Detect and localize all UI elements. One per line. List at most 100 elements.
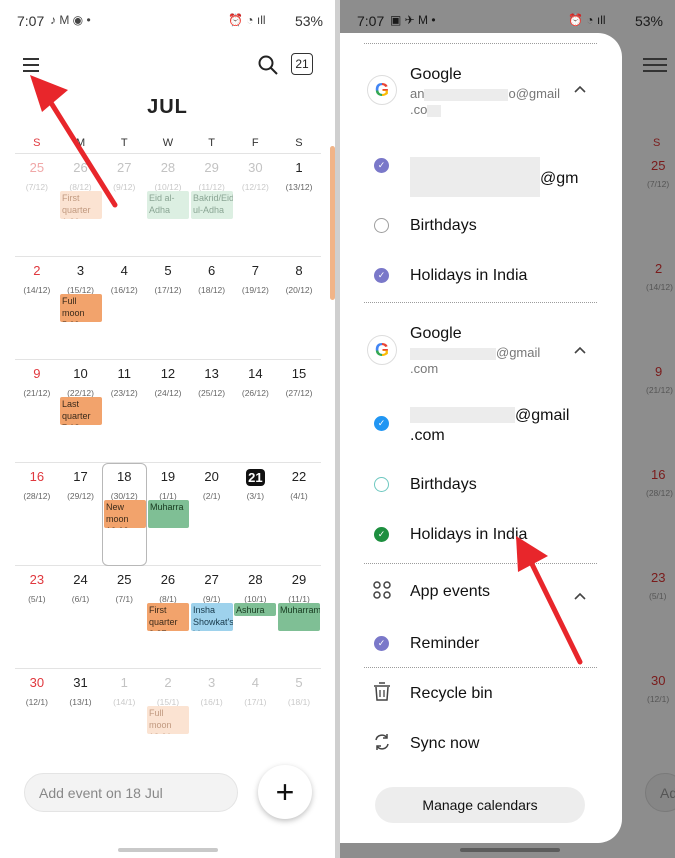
- calendar-item-birthdays[interactable]: Birthdays: [370, 469, 590, 499]
- app-events-header[interactable]: App events: [370, 577, 590, 607]
- calendar-item-holidays[interactable]: ✓ Holidays in India: [370, 260, 590, 290]
- day-cell[interactable]: 30 (12/12): [234, 154, 278, 257]
- lunar-date: (26/12): [241, 388, 269, 398]
- menu-icon[interactable]: [20, 54, 44, 76]
- calendar-item-birthdays[interactable]: Birthdays: [370, 210, 590, 240]
- day-cell[interactable]: 20 (2/1): [190, 463, 234, 566]
- calendar-item-account[interactable]: ✓ @gmail .com: [370, 406, 590, 450]
- event-full-moon[interactable]: Full moon 5:09pm: [60, 294, 102, 322]
- day-cell[interactable]: 4 (17/1): [234, 669, 278, 772]
- day-cell[interactable]: 5 (17/12): [146, 257, 190, 360]
- event-muharram-ashura[interactable]: Muharram/Ashura: [278, 603, 320, 631]
- checkbox-unchecked-icon[interactable]: [374, 477, 389, 492]
- lunar-date: (4/1): [290, 491, 308, 501]
- day-cell[interactable]: 6 (18/12): [190, 257, 234, 360]
- collapse-chevron-icon[interactable]: [574, 342, 586, 354]
- day-cell[interactable]: 9 (21/12): [15, 360, 59, 463]
- day-number: 31: [73, 675, 88, 690]
- day-number: 23: [29, 572, 45, 587]
- add-event-input[interactable]: Add event on 18 Jul: [24, 773, 238, 812]
- day-cell[interactable]: 30 (12/1): [15, 669, 59, 772]
- checkbox-checked-icon[interactable]: ✓: [374, 527, 389, 542]
- day-cell[interactable]: 17 (29/12): [59, 463, 103, 566]
- lunar-date: (19/12): [241, 285, 269, 295]
- dim-day: 9: [655, 364, 663, 379]
- event-first-quarter-26[interactable]: First quarter 3:37am: [147, 603, 189, 631]
- day-cell[interactable]: 7 (19/12): [234, 257, 278, 360]
- account-title: Google: [410, 325, 462, 342]
- calendar-item-holidays[interactable]: ✓ Holidays in India: [370, 519, 590, 549]
- day-cell[interactable]: 28 (10/1): [234, 566, 278, 669]
- sync-now-item[interactable]: Sync now: [370, 729, 590, 759]
- collapse-chevron-icon[interactable]: [574, 81, 586, 93]
- day-number: 15: [291, 366, 307, 381]
- calendar-label: Birthdays: [410, 476, 477, 493]
- day-cell[interactable]: 15 (27/12): [277, 360, 321, 463]
- event-muharram[interactable]: Muharra: [148, 500, 189, 528]
- day-number: 4: [251, 675, 259, 690]
- manage-calendars-button[interactable]: Manage calendars: [375, 787, 585, 823]
- status-bar: 7:07 ♪ M ◉ • ⏰ ◔ ıll 53%: [0, 0, 335, 40]
- lunar-date: (17/1): [244, 697, 267, 707]
- day-cell[interactable]: 1 (13/12): [277, 154, 321, 257]
- notification-icons: ▣ ✈ M •: [390, 13, 436, 27]
- checkbox-unchecked-icon[interactable]: [374, 218, 389, 233]
- day-cell[interactable]: 3 (16/1): [190, 669, 234, 772]
- event-new-moon[interactable]: New moon 12:02am: [104, 500, 146, 528]
- lunar-date: (12/12): [241, 182, 269, 192]
- day-number: 17: [73, 469, 88, 484]
- day-cell[interactable]: 23 (5/1): [15, 566, 59, 669]
- event-birthday[interactable]: Insha Showkat's birt: [191, 603, 233, 631]
- day-cell[interactable]: 16 (28/12): [15, 463, 59, 566]
- day-cell[interactable]: 12 (24/12): [146, 360, 190, 463]
- weekday-label: M: [75, 137, 86, 149]
- lunar-date: (16/12): [110, 285, 138, 295]
- day-cell[interactable]: 14 (26/12): [234, 360, 278, 463]
- event-eid-al-adha[interactable]: Eid al-Adha: [147, 191, 189, 219]
- day-cell[interactable]: 11 (23/12): [102, 360, 146, 463]
- checkbox-checked-icon[interactable]: ✓: [374, 268, 389, 283]
- day-cell[interactable]: 27 (9/12): [102, 154, 146, 257]
- day-cell[interactable]: 31 (13/1): [59, 669, 103, 772]
- day-cell[interactable]: 4 (16/12): [102, 257, 146, 360]
- collapse-chevron-icon[interactable]: [574, 588, 586, 600]
- lunar-date: (18/1): [287, 697, 311, 707]
- event-last-quarter[interactable]: Last quarter 7:18am: [60, 397, 102, 425]
- checkbox-checked-icon[interactable]: ✓: [374, 636, 389, 651]
- recycle-bin-label: Recycle bin: [410, 685, 493, 702]
- day-cell[interactable]: 21 (3/1): [234, 463, 278, 566]
- event-bakrid[interactable]: Bakrid/Eid ul-Adha: [191, 191, 233, 219]
- weekday-header: SMTWTFS: [15, 137, 321, 149]
- day-cell[interactable]: 1 (14/1): [102, 669, 146, 772]
- dim-lunar: (12/1): [647, 694, 670, 704]
- dim-day: 23: [651, 570, 666, 585]
- day-cell[interactable]: 13 (25/12): [190, 360, 234, 463]
- divider: [364, 302, 597, 303]
- lunar-date: (20/12): [285, 285, 313, 295]
- calendar-item-account[interactable]: ✓ @gm: [370, 150, 590, 197]
- event-first-quarter[interactable]: First quarter 1:20pm: [60, 191, 102, 219]
- today-button[interactable]: 21: [291, 53, 313, 75]
- day-cell[interactable]: 5 (18/1): [277, 669, 321, 772]
- calendar-label: Holidays in India: [410, 267, 528, 284]
- day-cell[interactable]: 8 (20/12): [277, 257, 321, 360]
- calendar-item-reminder[interactable]: ✓ Reminder: [370, 628, 590, 658]
- lunar-date: (9/12): [113, 182, 136, 192]
- search-icon[interactable]: [255, 54, 281, 76]
- day-cell[interactable]: 25 (7/12): [15, 154, 59, 257]
- checkbox-checked-icon[interactable]: ✓: [374, 416, 389, 431]
- add-event-button[interactable]: +: [258, 765, 312, 819]
- day-cell[interactable]: 2 (14/12): [15, 257, 59, 360]
- lunar-date: (6/1): [71, 594, 90, 604]
- day-number: 12: [160, 366, 176, 381]
- day-cell[interactable]: 25 (7/1): [102, 566, 146, 669]
- event-ashura[interactable]: Ashura: [234, 603, 276, 616]
- recycle-bin-item[interactable]: Recycle bin: [370, 679, 590, 709]
- dim-sun-label: S: [653, 137, 661, 149]
- calendar-label: @gm: [410, 157, 578, 197]
- day-cell[interactable]: 24 (6/1): [59, 566, 103, 669]
- event-full-moon-aug[interactable]: Full moon 12:01am: [147, 706, 189, 734]
- checkbox-checked-icon[interactable]: ✓: [374, 158, 389, 173]
- day-cell[interactable]: 22 (4/1): [277, 463, 321, 566]
- calendar-label: Holidays in India: [410, 526, 528, 543]
